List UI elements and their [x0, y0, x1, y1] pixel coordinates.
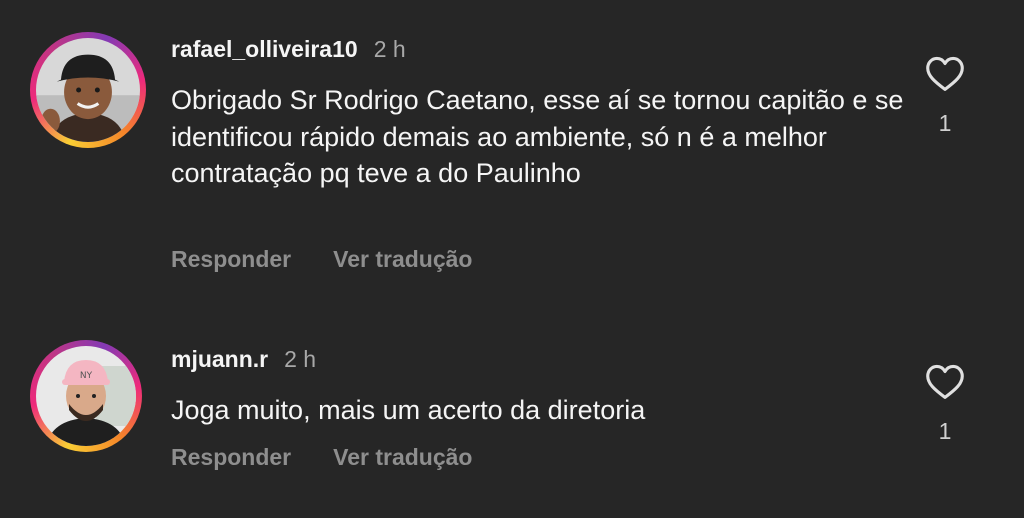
see-translation-button[interactable]: Ver tradução: [333, 444, 472, 471]
heart-icon[interactable]: [924, 54, 966, 92]
username-link[interactable]: rafael_olliveira10: [171, 36, 358, 63]
avatar-photo: NY: [36, 346, 136, 446]
comment-timestamp: 2 h: [373, 36, 406, 62]
reply-button[interactable]: Responder: [171, 444, 291, 471]
like-count: 1: [938, 418, 952, 444]
like-column: 1: [920, 362, 970, 445]
story-ring[interactable]: [30, 32, 146, 148]
avatar-photo: [36, 38, 140, 142]
username-link[interactable]: mjuann.r: [171, 346, 268, 373]
comment-text: Joga muito, mais um acerto da diretoria: [171, 395, 646, 425]
reply-button[interactable]: Responder: [171, 246, 291, 273]
heart-icon[interactable]: [924, 362, 966, 400]
comment-actions: Responder Ver tradução: [171, 246, 514, 273]
svg-text:NY: NY: [80, 371, 93, 381]
like-column: 1: [920, 54, 970, 137]
comments-list: rafael_olliveira10 2 h Obrigado Sr Rodri…: [0, 0, 1024, 518]
comment-text: Obrigado Sr Rodrigo Caetano, esse aí se …: [171, 85, 904, 188]
like-count: 1: [938, 110, 952, 136]
avatar[interactable]: NY: [36, 346, 136, 446]
comment-actions: Responder Ver tradução: [171, 444, 514, 471]
avatar[interactable]: [36, 38, 140, 142]
see-translation-button[interactable]: Ver tradução: [333, 246, 472, 273]
comment-header: rafael_olliveira10 2 h: [171, 36, 406, 63]
comment-header: mjuann.r 2 h: [171, 346, 316, 373]
comment-timestamp: 2 h: [284, 346, 317, 372]
story-ring[interactable]: NY: [30, 340, 142, 452]
